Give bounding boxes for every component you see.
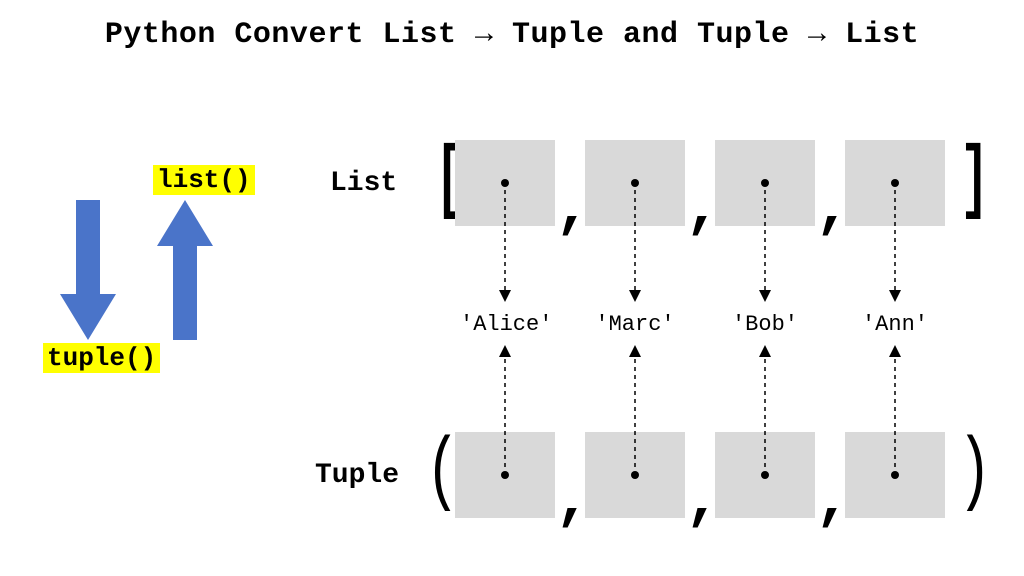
down-arrow-icon	[58, 200, 118, 340]
list-label: List	[330, 168, 397, 199]
dashed-arrow-down-icon	[889, 190, 901, 302]
pointer-dot	[631, 179, 639, 187]
value-label: 'Alice'	[460, 312, 550, 337]
up-arrow-icon	[155, 200, 215, 340]
comma: ,	[555, 180, 591, 240]
list-function-label: list()	[153, 165, 255, 195]
tuple-function-label: tuple()	[43, 343, 160, 373]
pointer-dot	[761, 471, 769, 479]
arrow-icon: →	[475, 18, 494, 52]
title-part-1: Python Convert List	[105, 18, 475, 52]
arrow-icon: →	[808, 18, 827, 52]
close-paren: )	[957, 432, 991, 514]
dashed-arrow-up-icon	[759, 345, 771, 467]
pointer-dot	[891, 471, 899, 479]
comma: ,	[685, 180, 721, 240]
tuple-label: Tuple	[315, 460, 399, 491]
pointer-dot	[891, 179, 899, 187]
dashed-arrow-up-icon	[499, 345, 511, 467]
pointer-dot	[501, 179, 509, 187]
comma: ,	[555, 472, 591, 532]
diagram-stage: Python Convert List → Tuple and Tuple → …	[0, 0, 1024, 576]
pointer-dot	[631, 471, 639, 479]
value-label: 'Bob'	[720, 312, 810, 337]
dashed-arrow-up-icon	[889, 345, 901, 467]
comma: ,	[815, 472, 851, 532]
pointer-dot	[501, 471, 509, 479]
dashed-arrow-up-icon	[629, 345, 641, 467]
title-part-3: List	[827, 18, 920, 52]
title-part-2: Tuple and Tuple	[493, 18, 808, 52]
pointer-dot	[761, 179, 769, 187]
dashed-arrow-down-icon	[499, 190, 511, 302]
comma: ,	[815, 180, 851, 240]
value-label: 'Ann'	[850, 312, 940, 337]
dashed-arrow-down-icon	[629, 190, 641, 302]
value-label: 'Marc'	[590, 312, 680, 337]
comma: ,	[685, 472, 721, 532]
dashed-arrow-down-icon	[759, 190, 771, 302]
diagram-title: Python Convert List → Tuple and Tuple → …	[0, 18, 1024, 52]
close-bracket: ]	[960, 140, 990, 222]
